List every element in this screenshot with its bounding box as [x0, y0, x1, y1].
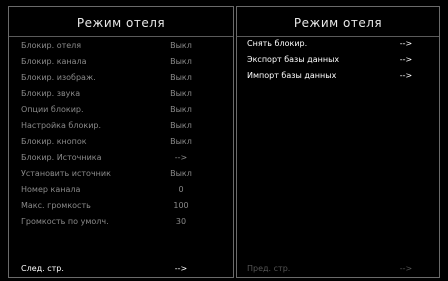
menu-item-channel-number[interactable]: Номер канала 0	[21, 183, 221, 197]
menu-item-label: Блокир. звука	[21, 89, 81, 98]
menu-item-setup-lock[interactable]: Настройка блокир. Выкл	[21, 119, 221, 133]
menu-item-value: Выкл	[170, 89, 192, 98]
menu-item-label: Блокир. Источника	[21, 153, 102, 162]
menu-item-value: -->	[174, 153, 188, 162]
menu-item-value: 30	[175, 217, 187, 226]
menu-item-value: Выкл	[170, 105, 192, 114]
menu-item-label: Номер канала	[21, 185, 81, 194]
panel-title: Режим отеля	[76, 16, 166, 30]
menu-item-value: Выкл	[170, 41, 192, 50]
menu-item-value: -->	[399, 71, 413, 80]
menu-item-source-lock[interactable]: Блокир. Источника -->	[21, 151, 221, 165]
menu-item-label: Импорт базы данных	[247, 71, 337, 80]
menu-item-label: Настройка блокир.	[21, 121, 102, 130]
menu-item-clear-lock[interactable]: Снять блокир. -->	[247, 37, 435, 51]
menu-item-value: Выкл	[170, 169, 192, 178]
menu-item-value: 0	[178, 185, 184, 194]
next-page-item[interactable]: След. стр. -->	[21, 262, 221, 276]
menu-item-hotel-lock[interactable]: Блокир. отеля Выкл	[21, 39, 221, 53]
menu-item-export-database[interactable]: Экспорт базы данных -->	[247, 53, 435, 67]
menu-item-label: Блокир. изображ.	[21, 73, 96, 82]
hotel-mode-screen: Режим отеля Блокир. отеля Выкл Блокир. к…	[0, 0, 448, 281]
menu-item-label: Экспорт базы данных	[247, 55, 340, 64]
menu-item-label: Блокир. отеля	[21, 41, 82, 50]
menu-item-key-lock[interactable]: Блокир. кнопок Выкл	[21, 135, 221, 149]
title-divider	[9, 36, 233, 37]
menu-item-label: Блокир. кнопок	[21, 137, 87, 146]
next-page-label: След. стр.	[21, 264, 64, 273]
menu-item-label: Блокир. канала	[21, 57, 87, 66]
hotel-mode-menu-page-1: Режим отеля Блокир. отеля Выкл Блокир. к…	[8, 6, 234, 278]
menu-item-value: 100	[173, 201, 189, 210]
menu-item-lock-options[interactable]: Опции блокир. Выкл	[21, 103, 221, 117]
menu-item-sound-lock[interactable]: Блокир. звука Выкл	[21, 87, 221, 101]
menu-item-value: Выкл	[170, 121, 192, 130]
panel-title: Режим отеля	[293, 16, 383, 30]
previous-page-arrow: -->	[399, 264, 413, 273]
menu-item-label: Макс. громкость	[21, 201, 91, 210]
hotel-mode-menu-page-2: Режим отеля Снять блокир. --> Экспорт ба…	[236, 6, 440, 278]
menu-item-value: Выкл	[170, 73, 192, 82]
menu-item-value: -->	[399, 39, 413, 48]
menu-item-label: Установить источник	[21, 169, 111, 178]
menu-item-label: Снять блокир.	[247, 39, 308, 48]
menu-item-label: Громкость по умолч.	[21, 217, 109, 226]
previous-page-item[interactable]: Пред. стр. -->	[247, 262, 435, 276]
menu-item-set-source[interactable]: Установить источник Выкл	[21, 167, 221, 181]
menu-item-label: Опции блокир.	[21, 105, 84, 114]
previous-page-label: Пред. стр.	[247, 264, 291, 273]
next-page-arrow: -->	[174, 264, 188, 273]
menu-item-default-volume[interactable]: Громкость по умолч. 30	[21, 215, 221, 229]
menu-item-import-database[interactable]: Импорт базы данных -->	[247, 69, 435, 83]
menu-item-value: -->	[399, 55, 413, 64]
menu-item-channel-lock[interactable]: Блокир. канала Выкл	[21, 55, 221, 69]
menu-item-value: Выкл	[170, 57, 192, 66]
menu-item-max-volume[interactable]: Макс. громкость 100	[21, 199, 221, 213]
menu-item-picture-lock[interactable]: Блокир. изображ. Выкл	[21, 71, 221, 85]
menu-item-value: Выкл	[170, 137, 192, 146]
